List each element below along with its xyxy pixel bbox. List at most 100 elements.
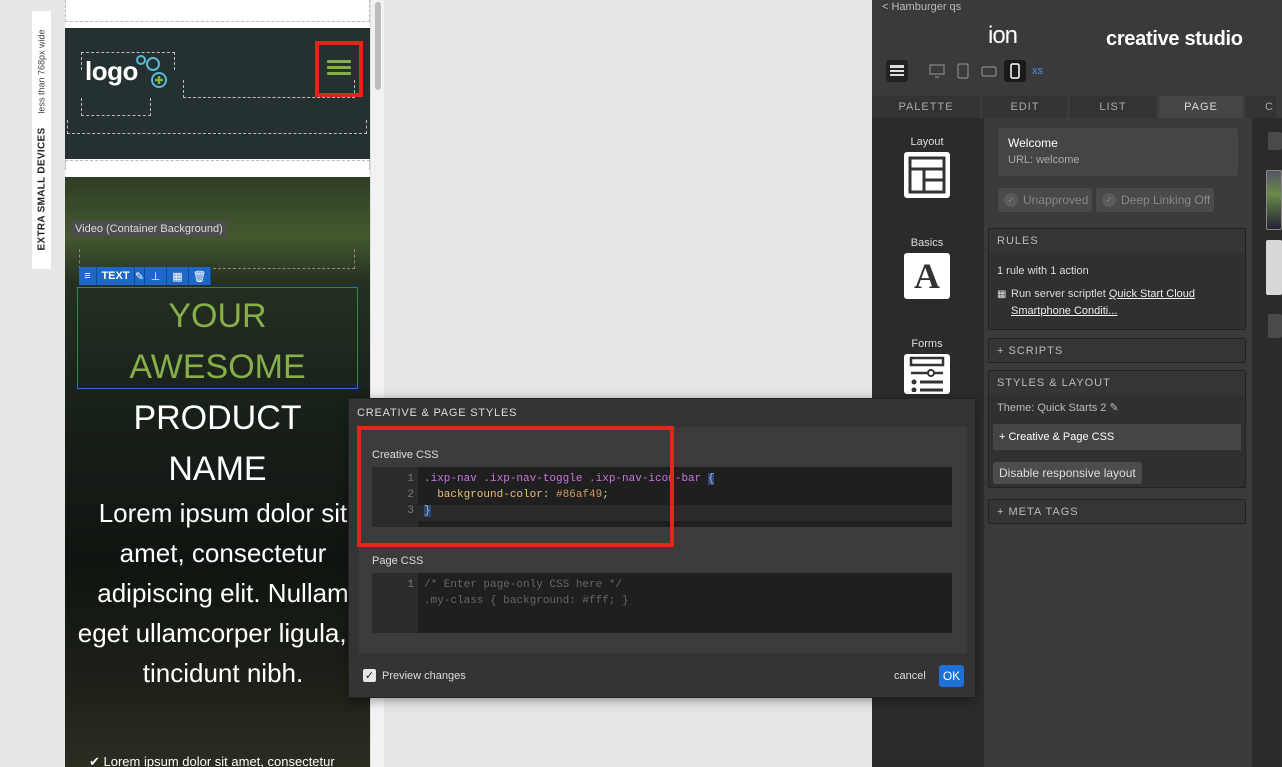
hamburger-menu-highlight[interactable] xyxy=(315,41,363,97)
palette-forms-label: Forms xyxy=(911,338,943,350)
rules-section: RULES 1 rule with 1 action ▦ Run server … xyxy=(988,228,1246,330)
rules-header[interactable]: RULES xyxy=(989,229,1245,253)
tab-page[interactable]: PAGE xyxy=(1159,96,1243,118)
disable-responsive-button[interactable]: Disable responsive layout xyxy=(993,462,1142,484)
hero-feature-item[interactable]: ✔ Lorem ipsum dolor sit amet, consectetu… xyxy=(89,754,335,767)
logo-bubbles-icon xyxy=(136,55,167,88)
delete-icon[interactable]: 🗑 xyxy=(189,267,211,285)
hamburger-bar xyxy=(327,72,351,75)
rule-action-text: Run server scriptlet Quick Start Cloud S… xyxy=(1011,286,1237,320)
layout-grid-icon[interactable] xyxy=(886,60,908,82)
styles-layout-header[interactable]: STYLES & LAYOUT xyxy=(989,371,1245,395)
scrollbar-thumb[interactable] xyxy=(375,2,381,90)
palette-layout-label: Layout xyxy=(910,136,944,148)
tablet-icon[interactable] xyxy=(952,60,974,82)
text-edit-icon[interactable]: ✎ xyxy=(135,267,145,285)
row-outline xyxy=(67,120,367,134)
css-placeholder: .my-class { background: #fff; } xyxy=(424,595,629,607)
hero-title-line: PRODUCT xyxy=(133,399,302,437)
scriptlet-icon: ▦ xyxy=(997,289,1007,300)
video-outline xyxy=(79,249,355,269)
ion-logo: ion xyxy=(988,22,1018,49)
page-css-editor[interactable]: 1 /* Enter page-only CSS here */ .my-cla… xyxy=(372,573,952,633)
palette-layout[interactable]: Layout xyxy=(903,136,951,198)
logo[interactable]: logo xyxy=(85,56,138,87)
studio-tabs: PALETTE EDIT LIST PAGE C xyxy=(872,96,1279,118)
studio-title: creative studio xyxy=(1106,28,1243,50)
text-element-toolbar[interactable]: ≡ TEXT ✎ ⊥ ▦ 🗑 xyxy=(79,267,211,285)
hero-title-line: AWESOME xyxy=(129,348,306,386)
thumbnail-button[interactable] xyxy=(1268,132,1282,150)
text-a-icon: A xyxy=(904,253,950,299)
back-link[interactable]: < Hamburger qs xyxy=(882,1,961,13)
page-title: Welcome xyxy=(1008,136,1058,150)
theme-text: Theme: Quick Starts 2 xyxy=(997,402,1107,414)
tab-overflow[interactable]: C xyxy=(1246,96,1276,118)
hamburger-bar xyxy=(327,60,351,63)
tab-palette[interactable]: PALETTE xyxy=(872,96,980,118)
device-size-subtitle: less than 768px wide xyxy=(36,29,46,114)
text-type-label: TEXT xyxy=(97,267,135,285)
page-css-label: Page CSS xyxy=(372,555,424,567)
tab-edit[interactable]: EDIT xyxy=(983,96,1067,118)
hero-title-line: YOUR xyxy=(168,297,267,335)
hero-section[interactable]: Video (Container Background) ≡ TEXT ✎ ⊥ … xyxy=(65,177,370,767)
hamburger-bar xyxy=(327,66,351,69)
scripts-section[interactable]: + SCRIPTS xyxy=(988,338,1246,363)
hero-title[interactable]: YOUR AWESOME PRODUCT NAME xyxy=(65,291,370,495)
creative-page-css-item[interactable]: + Creative & Page CSS xyxy=(993,424,1241,450)
palette-forms[interactable]: Forms xyxy=(903,338,951,394)
hero-title-line: NAME xyxy=(168,450,267,488)
container-outline xyxy=(65,0,370,22)
scripts-header[interactable]: + SCRIPTS xyxy=(989,339,1245,362)
check-icon: ✓ xyxy=(1004,193,1018,207)
preview-changes-label: Preview changes xyxy=(382,669,466,682)
edit-theme-icon[interactable]: ✎ xyxy=(1110,402,1119,414)
unapproved-button[interactable]: ✓ Unapproved xyxy=(998,188,1092,212)
cancel-button[interactable]: cancel xyxy=(894,670,926,682)
rule-action: ▦ Run server scriptlet Quick Start Cloud… xyxy=(997,286,1237,320)
hero-body-text[interactable]: Lorem ipsum dolor sit amet, consectetur … xyxy=(73,493,370,693)
device-size-xs: xs xyxy=(1032,65,1043,77)
pin-icon[interactable]: ⊥ xyxy=(145,267,167,285)
meta-tags-header[interactable]: + META TAGS xyxy=(989,500,1245,523)
rule-action-prefix: Run server scriptlet xyxy=(1011,288,1106,300)
phone-icon[interactable] xyxy=(1004,60,1026,82)
unapproved-label: Unapproved xyxy=(1023,193,1089,207)
check-icon: ✓ xyxy=(1102,193,1116,207)
code-line: .my-class { background: #fff; } xyxy=(372,595,952,611)
page-properties: Welcome URL: welcome ✓ Unapproved ✓ Deep L… xyxy=(984,118,1252,767)
checkbox-check-icon[interactable]: ✓ xyxy=(363,669,376,682)
logo-outline-bottom xyxy=(81,98,151,116)
forms-icon xyxy=(904,354,950,394)
page-info-card[interactable]: Welcome URL: welcome xyxy=(998,128,1238,176)
palette-basics-label: Basics xyxy=(910,237,944,249)
device-size-strip: EXTRA SMALL DEVICES less than 768px wide xyxy=(0,0,65,767)
tab-list[interactable]: LIST xyxy=(1070,96,1156,118)
meta-tags-section[interactable]: + META TAGS xyxy=(988,499,1246,524)
ok-button[interactable]: OK xyxy=(939,665,964,687)
section-divider xyxy=(65,160,370,170)
deep-linking-button[interactable]: ✓ Deep Linking Off xyxy=(1096,188,1214,212)
creative-css-highlight xyxy=(357,426,674,547)
css-brace: { xyxy=(707,473,715,485)
device-switcher: xs xyxy=(886,60,1043,82)
device-size-title: EXTRA SMALL DEVICES xyxy=(36,127,47,251)
video-container-label[interactable]: Video (Container Background) xyxy=(71,221,227,237)
page-thumbnail[interactable] xyxy=(1266,170,1282,230)
palette-basics[interactable]: Basics A xyxy=(903,237,951,299)
code-line: 1 /* Enter page-only CSS here */ xyxy=(407,579,623,591)
layout-icon xyxy=(904,152,950,198)
studio-header: < Hamburger qs ion creative studio xs PA… xyxy=(872,0,1282,118)
desktop-icon[interactable] xyxy=(926,60,948,82)
page-thumbnail[interactable] xyxy=(1266,240,1282,295)
page-preview[interactable]: logo Video (Container Background) ≡ TEXT… xyxy=(65,0,370,767)
styles-layout-section: STYLES & LAYOUT Theme: Quick Starts 2 ✎ … xyxy=(988,370,1246,488)
layout-icon[interactable]: ▦ xyxy=(167,267,189,285)
tablet-landscape-icon[interactable] xyxy=(978,60,1000,82)
text-drag-icon[interactable]: ≡ xyxy=(79,267,97,285)
thumbnail-button[interactable] xyxy=(1268,314,1282,338)
rules-body: 1 rule with 1 action ▦ Run server script… xyxy=(989,253,1245,330)
modal-title: CREATIVE & PAGE STYLES xyxy=(357,407,518,419)
preview-changes-checkbox[interactable]: ✓ Preview changes xyxy=(363,669,466,682)
